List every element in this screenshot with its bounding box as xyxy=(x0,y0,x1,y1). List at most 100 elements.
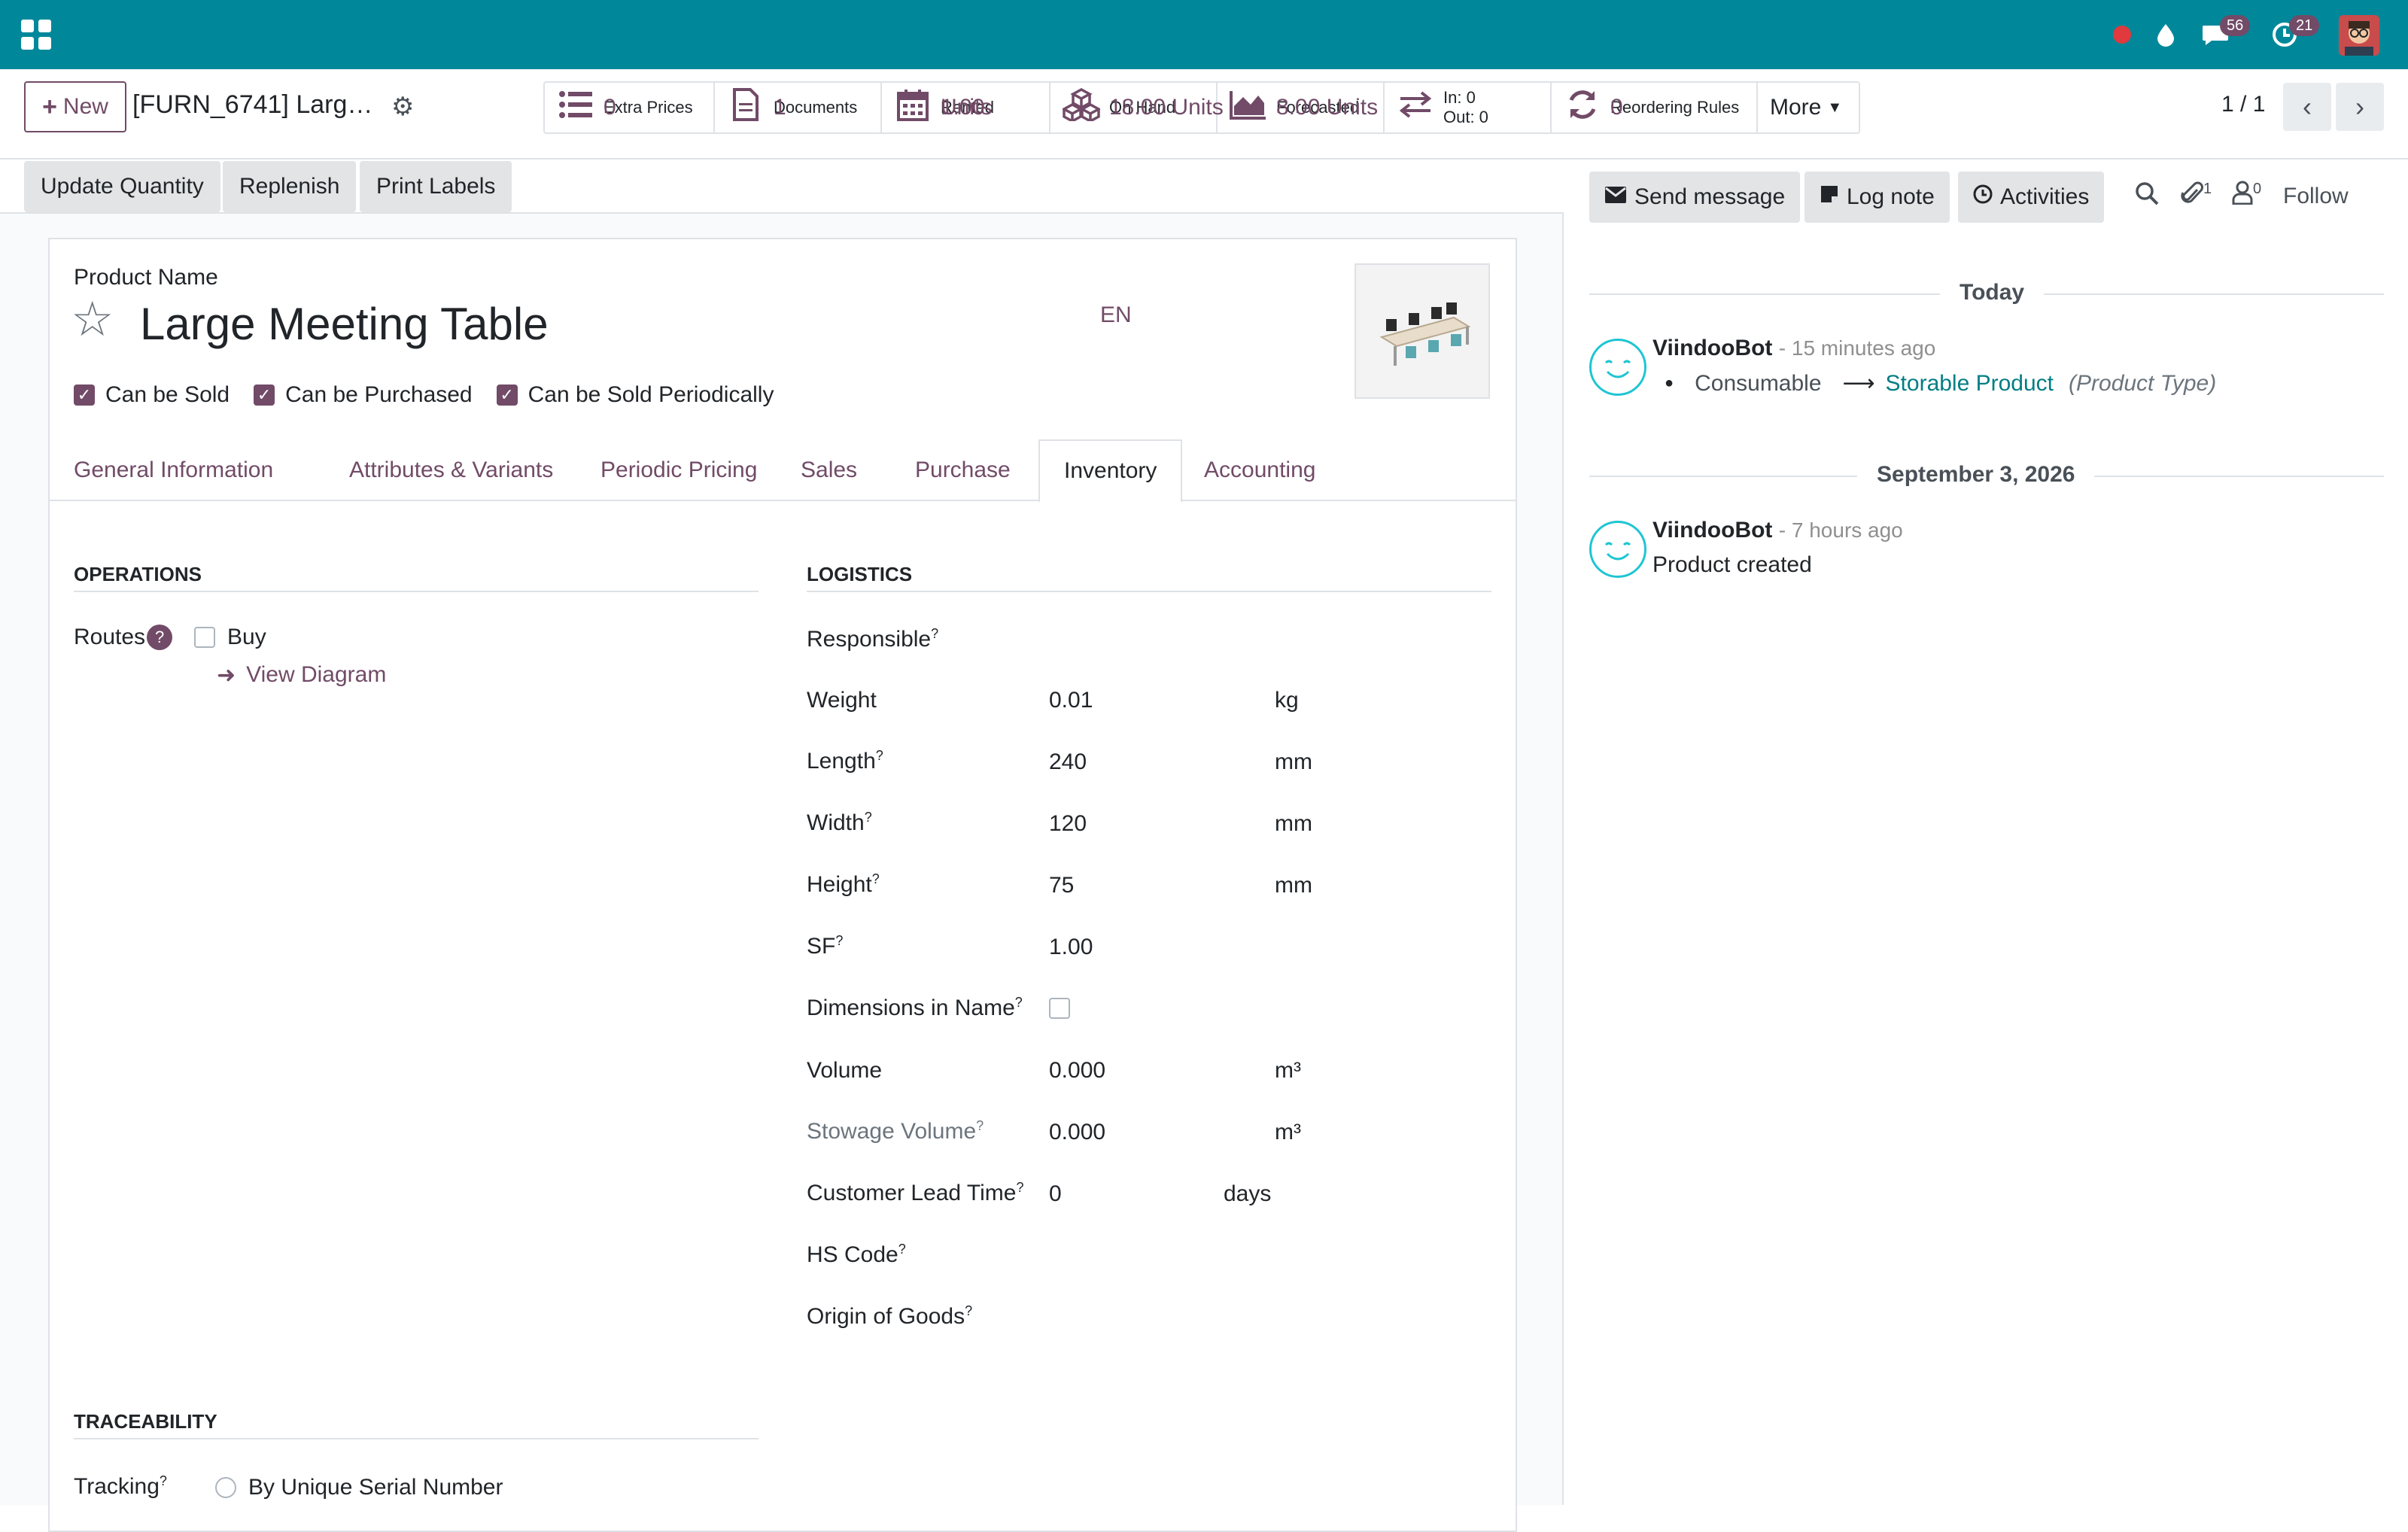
attachments-count: 1 xyxy=(2203,181,2212,197)
help-tooltip-icon[interactable]: ? xyxy=(1016,1180,1023,1195)
help-tooltip-icon[interactable]: ? xyxy=(1015,995,1023,1010)
gear-icon[interactable]: ⚙ xyxy=(391,92,414,122)
pager-value[interactable]: 1 / 1 xyxy=(2221,92,2265,117)
field-label: Height xyxy=(807,872,872,897)
date-separator-label: Today xyxy=(1940,280,2045,305)
view-diagram-label: View Diagram xyxy=(246,662,387,687)
recording-dot-icon[interactable] xyxy=(2105,18,2139,51)
height-field[interactable]: 75 xyxy=(1049,873,1074,898)
length-unit: mm xyxy=(1275,749,1312,774)
help-tooltip-icon[interactable]: ? xyxy=(931,626,938,641)
new-button[interactable]: + New xyxy=(24,81,126,132)
can-be-purchased-checkbox[interactable]: ✓ Can be Purchased xyxy=(254,382,473,408)
refresh-icon xyxy=(1564,88,1601,127)
height-label: Height? xyxy=(807,871,880,898)
smart-button-on-hand[interactable]: On Hand 18.00 Units xyxy=(1050,83,1224,132)
chevron-right-icon: › xyxy=(2355,91,2364,122)
smart-button-rented[interactable]: Rented 1.00 Units xyxy=(882,83,1050,132)
new-value: Storable Product xyxy=(1885,370,2054,396)
checkbox-checked-icon: ✓ xyxy=(254,385,275,406)
tab-accounting[interactable]: Accounting xyxy=(1180,439,1339,501)
help-tooltip-icon[interactable]: ? xyxy=(865,810,872,825)
pager-previous-button[interactable]: ‹ xyxy=(2283,83,2331,131)
smart-button-documents[interactable]: Documents 1 xyxy=(715,83,882,132)
weight-label: Weight xyxy=(807,688,877,713)
update-quantity-button[interactable]: Update Quantity xyxy=(24,161,220,212)
help-tooltip-icon[interactable]: ? xyxy=(160,1473,167,1488)
view-diagram-link[interactable]: ➜ View Diagram xyxy=(217,662,386,688)
message-time: - 15 minutes ago xyxy=(1778,336,1936,360)
user-avatar[interactable] xyxy=(2339,15,2379,56)
followers-button[interactable]: 0 xyxy=(2232,181,2261,211)
help-tooltip-icon[interactable]: ? xyxy=(835,933,843,948)
favorite-star-icon[interactable]: ☆ xyxy=(71,295,114,343)
radio-unchecked-icon xyxy=(215,1477,236,1498)
width-field[interactable]: 120 xyxy=(1049,811,1087,837)
cubes-icon xyxy=(1061,88,1102,127)
help-tooltip-icon[interactable]: ? xyxy=(976,1118,984,1133)
customer-lead-time-unit: days xyxy=(1224,1181,1272,1206)
activities-button[interactable]: Activities xyxy=(1958,172,2105,223)
route-buy-checkbox[interactable]: Buy xyxy=(194,625,266,650)
help-tooltip-icon[interactable]: ? xyxy=(872,871,880,886)
dimensions-in-name-checkbox[interactable] xyxy=(1049,998,1070,1023)
message-author[interactable]: ViindooBot - 15 minutes ago xyxy=(1652,336,1935,361)
control-panel: + New [FURN_6741] Larg… ⚙ Extra Prices 0 D… xyxy=(0,69,2408,160)
notebook-tabs: General Information Attributes & Variant… xyxy=(50,439,1516,503)
smart-button-reordering-rules[interactable]: Reordering Rules 0 xyxy=(1552,83,1758,132)
message-body: Product created xyxy=(1652,552,1812,577)
message-author[interactable]: ViindooBot - 7 hours ago xyxy=(1652,518,1903,543)
print-labels-button[interactable]: Print Labels xyxy=(360,161,512,212)
weight-field[interactable]: 0.01 xyxy=(1049,688,1093,713)
product-name-field[interactable]: Large Meeting Table xyxy=(140,298,549,350)
radio-label: By Unique Serial Number xyxy=(248,1475,503,1500)
tab-purchase[interactable]: Purchase xyxy=(891,439,1035,501)
message-time: - 7 hours ago xyxy=(1778,518,1903,542)
origin-of-goods-label: Origin of Goods? xyxy=(807,1303,972,1330)
sf-field[interactable]: 1.00 xyxy=(1049,935,1093,960)
smart-value: 18.00 Units xyxy=(1109,95,1224,120)
help-tooltip-icon[interactable]: ? xyxy=(965,1303,972,1318)
height-unit: mm xyxy=(1275,873,1312,898)
more-button[interactable]: More ▼ xyxy=(1758,83,1859,132)
tab-attributes-variants[interactable]: Attributes & Variants xyxy=(325,439,577,501)
can-be-sold-periodically-checkbox[interactable]: ✓ Can be Sold Periodically xyxy=(496,382,774,408)
sf-label: SF? xyxy=(807,933,843,959)
tab-inventory[interactable]: Inventory xyxy=(1038,439,1183,503)
help-tooltip-icon[interactable]: ? xyxy=(898,1242,906,1257)
customer-lead-time-field[interactable]: 0 xyxy=(1049,1181,1062,1207)
activities-badge: 21 xyxy=(2289,15,2320,36)
tracking-serial-radio[interactable]: By Unique Serial Number xyxy=(215,1475,503,1500)
help-tooltip-icon[interactable]: ? xyxy=(876,748,883,763)
smart-button-extra-prices[interactable]: Extra Prices 0 xyxy=(545,83,715,132)
clock-icon[interactable]: 21 xyxy=(2268,15,2320,51)
stowage-volume-label: Stowage Volume? xyxy=(807,1118,984,1144)
tab-periodic-pricing[interactable]: Periodic Pricing xyxy=(576,439,781,501)
tab-general-information[interactable]: General Information xyxy=(50,439,297,501)
search-icon[interactable] xyxy=(2134,181,2160,212)
send-message-button[interactable]: Send message xyxy=(1589,172,1801,223)
app-menu-icon[interactable] xyxy=(21,20,51,50)
drop-icon[interactable] xyxy=(2149,18,2182,51)
user-icon xyxy=(2232,181,2253,210)
follow-button[interactable]: Follow xyxy=(2283,184,2349,209)
tab-sales[interactable]: Sales xyxy=(777,439,881,501)
author-name: ViindooBot xyxy=(1652,336,1773,360)
product-image[interactable] xyxy=(1354,263,1490,399)
smart-button-forecasted[interactable]: Forecasted 8.00 Units xyxy=(1218,83,1385,132)
volume-field[interactable]: 0.000 xyxy=(1049,1058,1105,1084)
attachments-button[interactable]: 1 xyxy=(2181,181,2212,212)
pager-next-button[interactable]: › xyxy=(2336,83,2384,131)
chat-icon[interactable]: 56 xyxy=(2199,15,2251,51)
clock-icon xyxy=(1973,184,1993,210)
language-button[interactable]: EN xyxy=(1100,302,1132,328)
more-label: More xyxy=(1770,95,1822,120)
replenish-button[interactable]: Replenish xyxy=(223,161,357,212)
smart-buttons: Extra Prices 0 Documents 1 Rented 1.00 Units… xyxy=(543,81,1860,134)
length-field[interactable]: 240 xyxy=(1049,749,1087,775)
can-be-sold-checkbox[interactable]: ✓ Can be Sold xyxy=(74,382,230,408)
help-question-icon[interactable]: ? xyxy=(147,625,173,650)
width-unit: mm xyxy=(1275,811,1312,836)
smart-button-in-out[interactable]: In: 0 Out: 0 xyxy=(1385,83,1552,132)
log-note-button[interactable]: Log note xyxy=(1804,172,1950,223)
